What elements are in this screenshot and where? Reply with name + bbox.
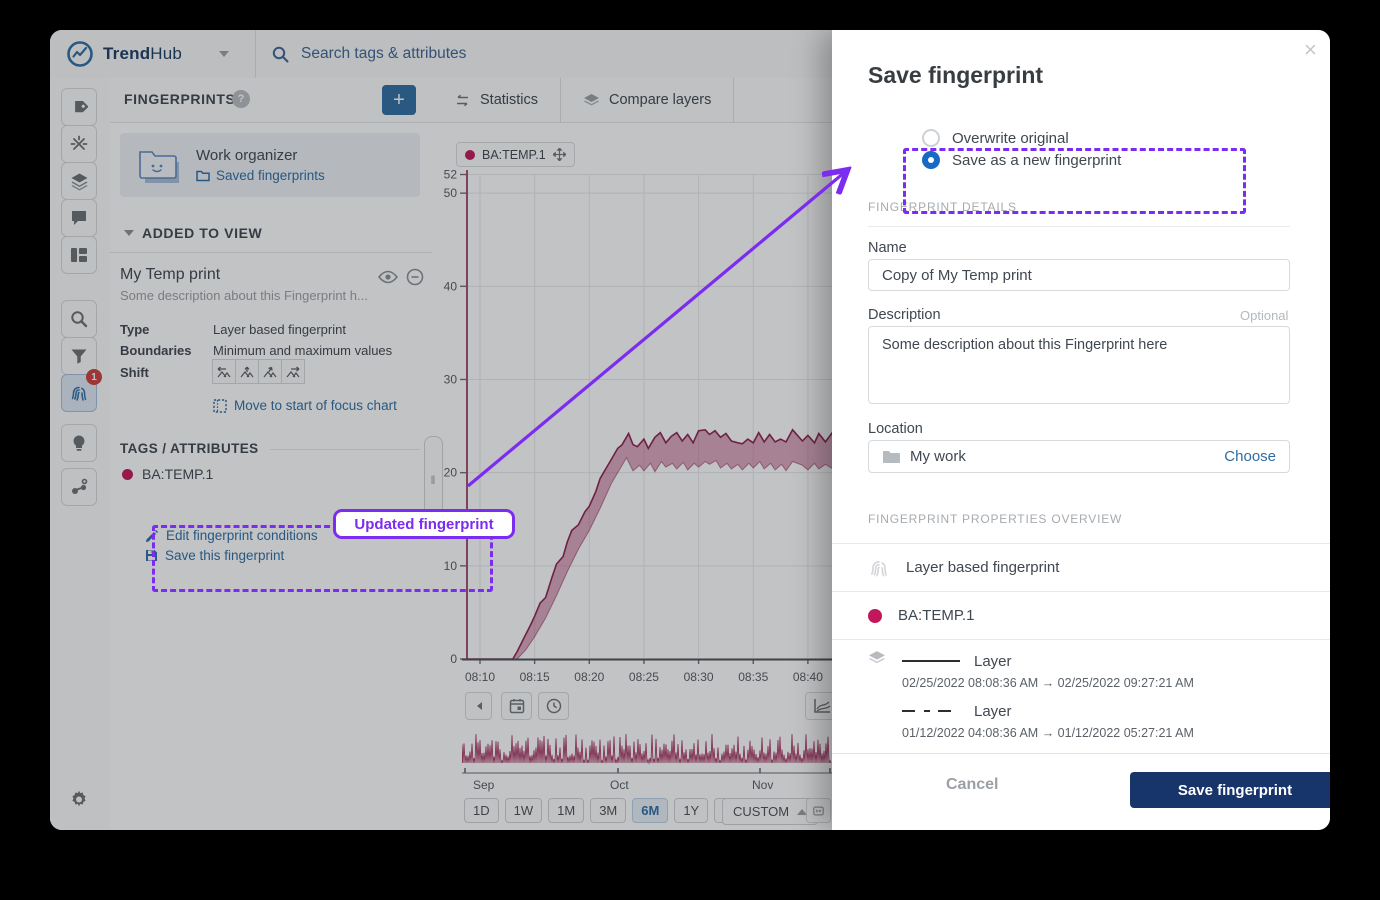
folder-icon — [882, 450, 900, 464]
properties-header: FINGERPRINT PROPERTIES OVERVIEW — [868, 512, 1122, 526]
layers-icon — [868, 650, 886, 753]
footer-divider — [832, 753, 1330, 754]
annotation-label: Updated fingerprint — [333, 509, 515, 539]
cancel-button[interactable]: Cancel — [940, 775, 1004, 795]
description-label: Description — [868, 307, 941, 323]
app-window: TrendHub 1 FINGERPRINTS ? — [50, 30, 1330, 830]
series-color-dot — [868, 609, 882, 623]
properties-list: Layer based fingerprint BA:TEMP.1 Layer … — [832, 543, 1330, 753]
name-input[interactable] — [868, 259, 1290, 291]
radio-overwrite[interactable]: Overwrite original — [922, 129, 1069, 147]
property-tag-row: BA:TEMP.1 — [832, 592, 1330, 640]
layer-range: 01/12/2022 04:08:36 AM → 01/12/2022 05:2… — [902, 726, 1194, 740]
screen: TrendHub 1 FINGERPRINTS ? — [0, 0, 1380, 900]
property-layers-row: Layer 02/25/2022 08:08:36 AM → 02/25/202… — [832, 640, 1330, 753]
dashed-line-sample — [902, 710, 960, 713]
close-icon[interactable]: × — [1298, 38, 1323, 62]
optional-hint: Optional — [1240, 308, 1288, 323]
radio-off-icon[interactable] — [922, 129, 940, 147]
annotation-dashed-box-radio — [903, 148, 1246, 214]
save-fingerprint-button[interactable]: Save fingerprint — [1130, 772, 1330, 808]
name-label: Name — [868, 240, 907, 256]
solid-line-sample — [902, 660, 960, 662]
location-value: My work — [910, 448, 1214, 465]
location-box: My work Choose — [868, 440, 1290, 473]
layer-range: 02/25/2022 08:08:36 AM → 02/25/2022 09:2… — [902, 676, 1194, 690]
description-textarea[interactable]: Some description about this Fingerprint … — [868, 326, 1290, 404]
location-label: Location — [868, 421, 923, 437]
property-type-row: Layer based fingerprint — [832, 544, 1330, 592]
details-divider — [868, 226, 1290, 227]
choose-location-link[interactable]: Choose — [1224, 448, 1276, 465]
modal-title: Save fingerprint — [868, 62, 1043, 89]
fingerprint-icon — [868, 557, 890, 579]
